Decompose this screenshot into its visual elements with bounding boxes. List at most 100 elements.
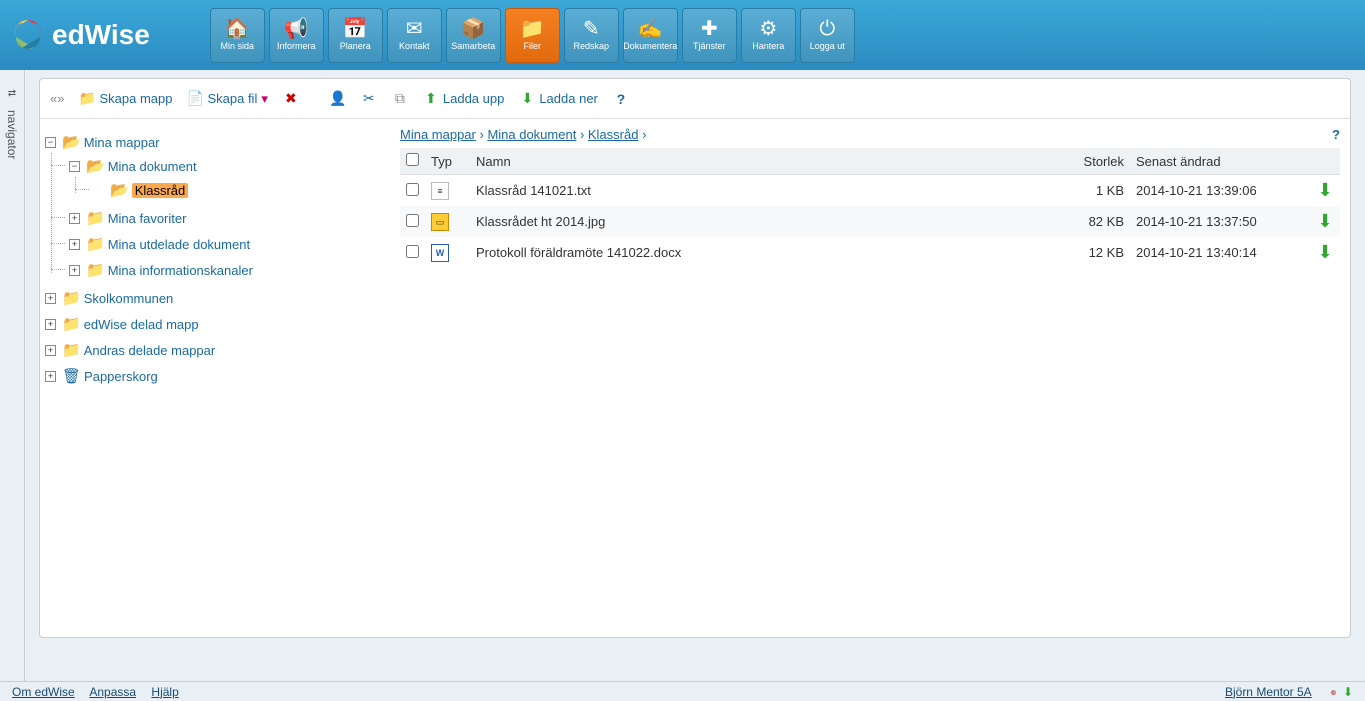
file-row[interactable]: ≡ Klassråd 141021.txt1 KB2014-10-21 13:39… — [400, 175, 1340, 207]
tjänster-icon: ✚ — [701, 19, 718, 39]
file-row[interactable]: ▭Klassrådet ht 2014.jpg82 KB2014-10-21 1… — [400, 206, 1340, 237]
file-row[interactable]: WProtokoll föräldramöte 141022.docx12 KB… — [400, 237, 1340, 268]
file-name[interactable]: Klassråd 141021.txt — [470, 175, 1070, 207]
col-size[interactable]: Storlek — [1070, 148, 1130, 175]
tree-mina-dokument[interactable]: − 📂 Mina dokument — [69, 155, 385, 177]
file-name[interactable]: Klassrådet ht 2014.jpg — [470, 206, 1070, 237]
logo-swirl-icon — [8, 15, 48, 55]
tree-edwise-delad[interactable]: + 📁 edWise delad mapp — [45, 313, 385, 335]
tree-mina-utdelade[interactable]: + 📁 Mina utdelade dokument — [69, 233, 385, 255]
row-download-icon[interactable]: ⬇ — [1317, 242, 1332, 262]
tree-expand-icon[interactable]: + — [69, 265, 80, 276]
row-download-icon[interactable]: ⬇ — [1317, 211, 1332, 231]
tree-papperskorg[interactable]: + 🗑 Papperskorg — [45, 365, 385, 387]
nav-label: Hantera — [752, 41, 784, 51]
listing-help-icon[interactable]: ? — [1332, 127, 1340, 142]
tree-collapse-icon[interactable]: − — [69, 161, 80, 172]
footer-om-edwise[interactable]: Om edWise — [12, 685, 75, 699]
nav-min-sida[interactable]: 🏠Min sida — [210, 8, 265, 63]
row-checkbox[interactable] — [406, 245, 419, 258]
upload-icon: ⬆ — [423, 91, 439, 107]
dokumentera-icon: ✍ — [638, 19, 663, 39]
logo-text: edWise — [52, 19, 150, 51]
breadcrumb-mina-dokument[interactable]: Mina dokument — [487, 127, 576, 142]
txt-file-icon: ≡ — [431, 182, 449, 200]
user-icon[interactable]: 👤 — [330, 91, 346, 107]
nav-label: Tjänster — [693, 41, 726, 51]
upload-button[interactable]: ⬆ Ladda upp — [423, 91, 504, 107]
nav-label: Kontakt — [399, 41, 430, 51]
row-checkbox[interactable] — [406, 183, 419, 196]
download-button[interactable]: ⬇ Ladda ner — [519, 91, 598, 107]
download-label: Ladda ner — [539, 91, 598, 106]
nav-logga-ut[interactable]: ⏻ Logga ut — [800, 8, 855, 63]
file-date: 2014-10-21 13:39:06 — [1130, 175, 1310, 207]
breadcrumb-klassrad[interactable]: Klassråd — [588, 127, 639, 142]
logga-ut-icon: ⏻ — [819, 19, 835, 39]
cut-icon[interactable]: ✂ — [361, 91, 377, 107]
app-header: edWise 🏠Min sida📢Informera📅Planera✉Konta… — [0, 0, 1365, 70]
nav-samarbeta[interactable]: 📦Samarbeta — [446, 8, 501, 63]
upload-label: Ladda upp — [443, 91, 504, 106]
tree-klassrad[interactable]: 📂 Klassråd — [93, 179, 385, 201]
footer-user[interactable]: Björn Mentor 5A — [1225, 685, 1312, 699]
nav-label: Filer — [524, 41, 542, 51]
col-name[interactable]: Namn — [470, 148, 1070, 175]
hantera-icon: ⚙ — [759, 19, 777, 39]
nav-label: Min sida — [221, 41, 255, 51]
nav-informera[interactable]: 📢Informera — [269, 8, 324, 63]
copy-icon[interactable]: ⧉ — [392, 91, 408, 107]
help-icon[interactable]: ? — [613, 91, 629, 107]
nav-redskap[interactable]: ✎Redskap — [564, 8, 619, 63]
nav-dokumentera[interactable]: ✍ Dokumentera — [623, 8, 678, 63]
footer-hjalp[interactable]: Hjälp — [151, 685, 178, 699]
footer-download-icon[interactable]: ⬇ — [1343, 685, 1353, 699]
create-file-button[interactable]: 📄 Skapa fil ▾ — [187, 91, 267, 107]
nav-label: Dokumentera — [623, 41, 677, 51]
nav-kontakt[interactable]: ✉Kontakt — [387, 8, 442, 63]
logo[interactable]: edWise — [8, 15, 150, 55]
folder-icon: 📂 — [62, 133, 81, 151]
tree-expand-icon[interactable]: + — [45, 371, 56, 382]
navigator-tab[interactable]: ⇄ navigator — [0, 70, 25, 681]
folder-icon: 📂 — [86, 157, 105, 175]
tree-andras-delade[interactable]: + 📁 Andras delade mappar — [45, 339, 385, 361]
tree-mina-favoriter[interactable]: + 📁 Mina favoriter — [69, 207, 385, 229]
nav-tjänster[interactable]: ✚ Tjänster — [682, 8, 737, 63]
nav-filer[interactable]: 📁Filer — [505, 8, 560, 63]
tree-expand-icon[interactable]: + — [45, 319, 56, 330]
tree-collapse-icon[interactable]: − — [45, 137, 56, 148]
create-folder-label: Skapa mapp — [99, 91, 172, 106]
breadcrumb: Mina mappar › Mina dokument › Klassråd ›… — [400, 124, 1340, 148]
footer-anpassa[interactable]: Anpassa — [89, 685, 136, 699]
delete-icon[interactable]: ✖ — [283, 91, 299, 107]
col-modified[interactable]: Senast ändrad — [1130, 148, 1310, 175]
tree-expand-icon[interactable]: + — [69, 239, 80, 250]
navigator-arrows-icon: ⇄ — [8, 88, 16, 99]
nav-planera[interactable]: 📅Planera — [328, 8, 383, 63]
row-download-icon[interactable]: ⬇ — [1317, 180, 1332, 200]
file-name[interactable]: Protokoll föräldramöte 141022.docx — [470, 237, 1070, 268]
tree-expand-icon[interactable]: + — [69, 213, 80, 224]
tree-root-mina-mappar[interactable]: − 📂 Mina mappar — [45, 131, 385, 153]
file-size: 1 KB — [1070, 175, 1130, 207]
file-date: 2014-10-21 13:40:14 — [1130, 237, 1310, 268]
nav-label: Logga ut — [810, 41, 845, 51]
file-table: Typ Namn Storlek Senast ändrad ≡ Klassråd… — [400, 148, 1340, 268]
select-all-checkbox[interactable] — [406, 153, 419, 166]
tree-expand-icon[interactable]: + — [45, 293, 56, 304]
nav-hantera[interactable]: ⚙ Hantera — [741, 8, 796, 63]
col-type[interactable]: Typ — [425, 148, 470, 175]
col-checkbox — [400, 148, 425, 175]
tree-expand-icon[interactable]: + — [45, 345, 56, 356]
tree-skolkommunen[interactable]: + 📁 Skolkommunen — [45, 287, 385, 309]
folder-icon: 📁 — [62, 289, 81, 307]
toolbar-nav-toggle[interactable]: «» — [50, 91, 64, 106]
tree-mina-info[interactable]: + 📁 Mina informationskanaler — [69, 259, 385, 281]
nav-label: Redskap — [574, 41, 610, 51]
row-checkbox[interactable] — [406, 214, 419, 227]
status-dot-icon: ● — [1330, 685, 1337, 699]
footer: Om edWise Anpassa Hjälp Björn Mentor 5A … — [0, 681, 1365, 701]
breadcrumb-mina-mappar[interactable]: Mina mappar — [400, 127, 476, 142]
create-folder-button[interactable]: 📁 Skapa mapp — [79, 91, 172, 107]
